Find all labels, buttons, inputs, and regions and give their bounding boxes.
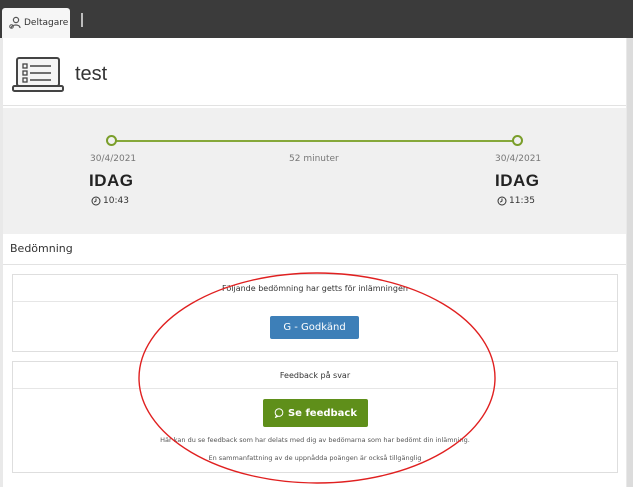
timeline-line <box>112 140 518 142</box>
end-time-text: 11:35 <box>509 196 535 206</box>
timeline: 30/4/2021 52 minuter 30/4/2021 IDAG IDAG… <box>3 108 626 234</box>
clock-icon <box>497 196 507 206</box>
comment-icon <box>274 408 284 418</box>
feedback-note: Här kan du se feedback som har delats me… <box>160 436 470 444</box>
top-bar: Deltagare <box>0 0 633 38</box>
start-time-text: 10:43 <box>103 196 129 206</box>
title-row: test <box>3 44 626 106</box>
tab-deltagare[interactable]: Deltagare <box>2 8 70 38</box>
submission-panel: test 30/4/2021 52 minuter 30/4/2021 IDAG… <box>3 38 626 487</box>
start-date: 30/4/2021 <box>90 154 137 164</box>
section-title: Bedömning <box>10 242 73 255</box>
timeline-start-dot <box>106 135 117 146</box>
grade-heading: Följande bedömning har getts för inlämni… <box>13 275 617 302</box>
end-date: 30/4/2021 <box>495 154 542 164</box>
grade-card: Följande bedömning har getts för inlämni… <box>12 274 618 352</box>
feedback-heading: Feedback på svar <box>13 362 617 389</box>
scrollbar[interactable] <box>627 38 633 487</box>
divider <box>3 264 626 265</box>
end-day: IDAG <box>495 171 540 190</box>
clock-icon <box>91 196 101 206</box>
participant-icon <box>9 16 21 29</box>
feedback-card: Feedback på svar Se feedback Här kan du … <box>12 361 618 473</box>
assignment-icon <box>12 56 64 92</box>
see-feedback-label: Se feedback <box>287 407 358 419</box>
tab-label: Deltagare <box>24 18 69 28</box>
duration: 52 minuter <box>289 154 339 164</box>
page-title: test <box>75 63 108 85</box>
grade-button[interactable]: G - Godkänd <box>270 316 359 339</box>
tab-separator <box>81 13 83 27</box>
start-day: IDAG <box>89 171 134 190</box>
see-feedback-button[interactable]: Se feedback <box>263 399 368 427</box>
summary-note: En sammanfattning av de uppnådda poängen… <box>208 454 422 462</box>
end-time: 11:35 <box>497 196 535 206</box>
start-time: 10:43 <box>91 196 129 206</box>
timeline-end-dot <box>512 135 523 146</box>
